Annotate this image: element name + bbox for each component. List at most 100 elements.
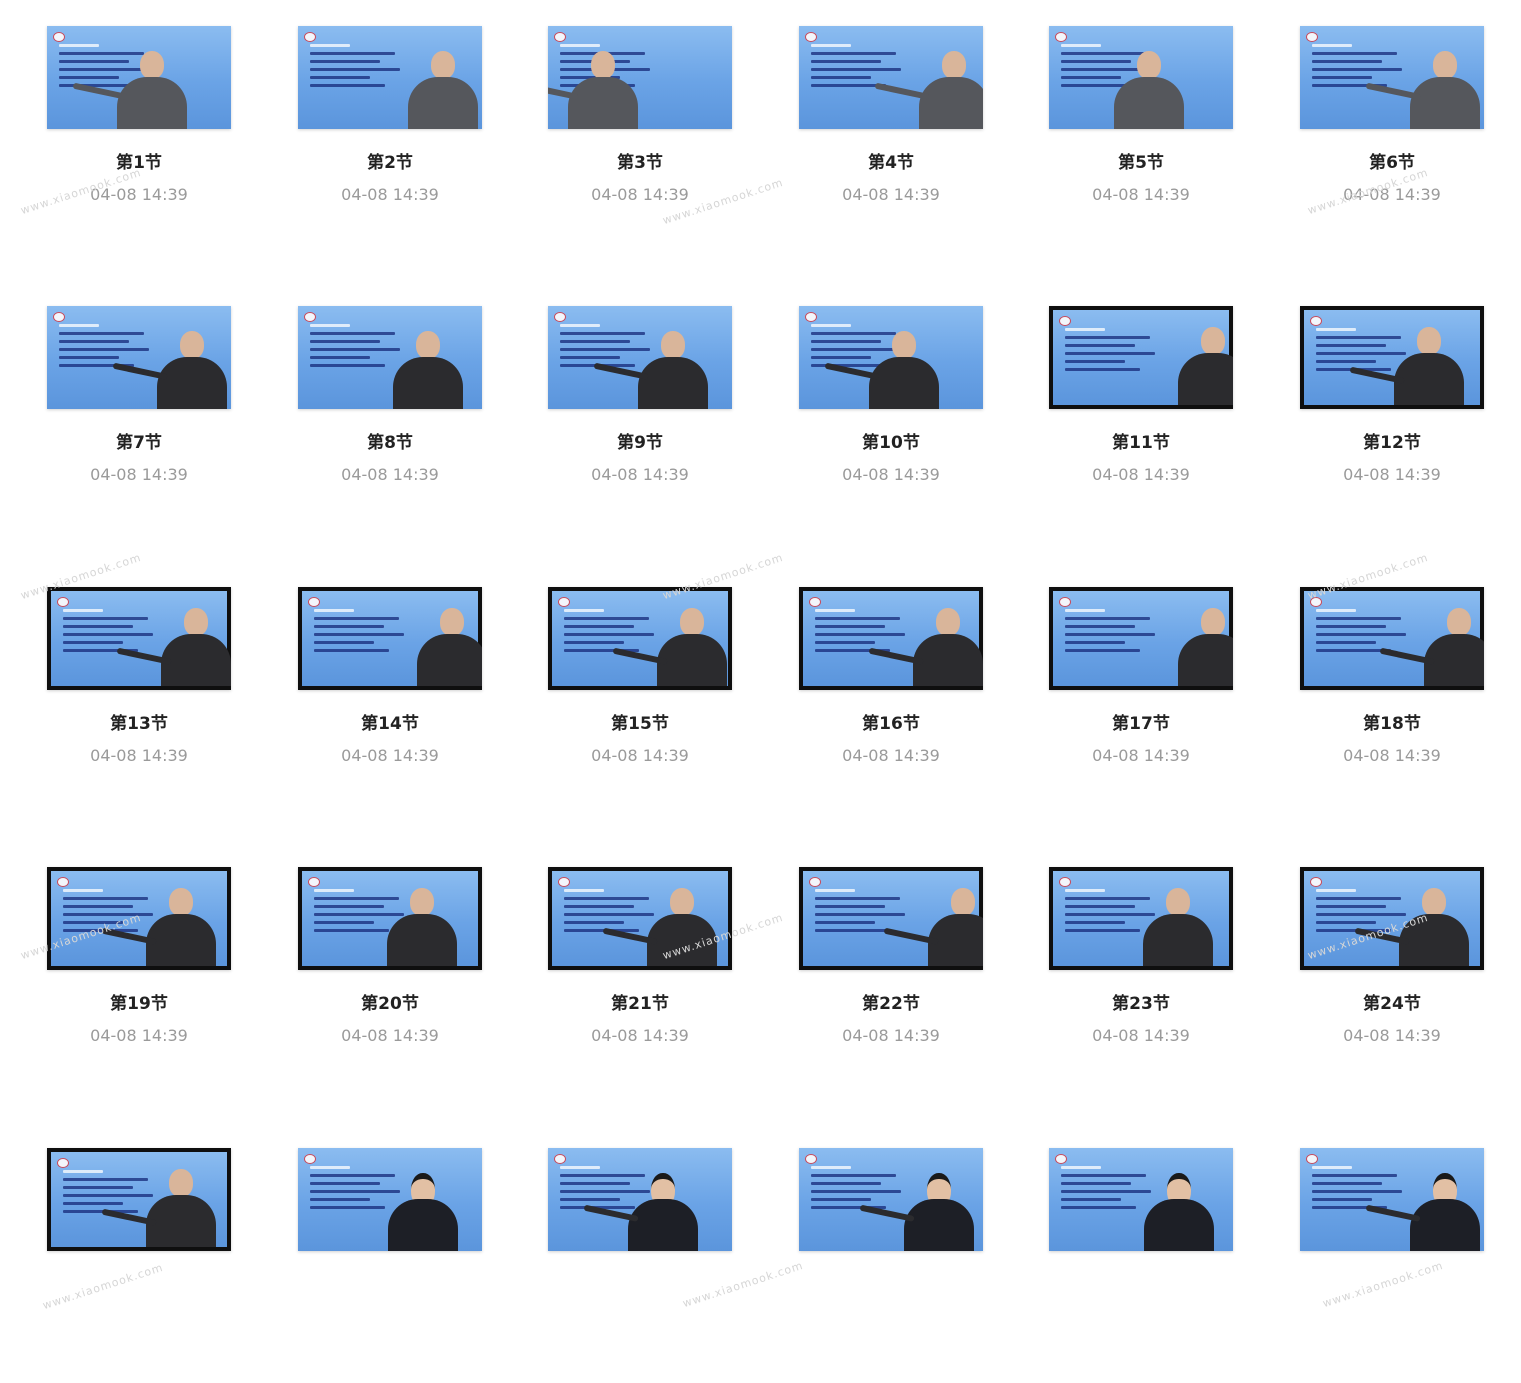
lesson-thumbnail[interactable] [799,1148,983,1251]
lesson-title[interactable]: 第14节 [298,709,482,734]
lesson-card[interactable]: 第11节 04-08 14:39 [1049,301,1233,541]
lesson-card[interactable]: 第6节 04-08 14:39 [1300,21,1484,261]
lesson-title[interactable]: 第13节 [47,709,231,734]
lesson-card[interactable]: 第16节 04-08 14:39 [799,582,983,822]
slide-text-lines [1065,328,1165,376]
instructor-figure [1143,888,1213,966]
lesson-card[interactable] [1300,1143,1484,1383]
lesson-thumbnail[interactable] [47,867,231,970]
lesson-thumbnail[interactable] [1049,26,1233,129]
instructor-figure [393,331,463,409]
lesson-thumbnail[interactable] [298,587,482,690]
lesson-card[interactable]: 第3节 04-08 14:39 [548,21,732,261]
instructor-figure [1410,1173,1480,1251]
lesson-title[interactable]: 第24节 [1300,989,1484,1014]
instructor-figure [387,888,457,966]
lesson-title[interactable]: 第3节 [548,148,732,173]
lesson-thumbnail[interactable] [298,306,482,409]
lesson-card[interactable]: 第1节 04-08 14:39 [47,21,231,261]
lesson-title[interactable]: 第2节 [298,148,482,173]
lesson-thumbnail[interactable] [47,587,231,690]
lesson-thumbnail[interactable] [799,306,983,409]
lesson-date: 04-08 14:39 [842,1026,940,1045]
lesson-card[interactable] [548,1143,732,1383]
lesson-card[interactable]: 第15节 04-08 14:39 [548,582,732,822]
lesson-title[interactable]: 第20节 [298,989,482,1014]
lesson-card[interactable]: 第18节 04-08 14:39 [1300,582,1484,822]
lesson-title[interactable]: 第19节 [47,989,231,1014]
lesson-card[interactable] [799,1143,983,1383]
lesson-title[interactable]: 第9节 [548,428,732,453]
lesson-thumbnail[interactable] [548,26,732,129]
lesson-card[interactable]: 第14节 04-08 14:39 [298,582,482,822]
lesson-thumbnail[interactable] [548,306,732,409]
lesson-title[interactable]: 第1节 [47,148,231,173]
lesson-card[interactable]: 第13节 04-08 14:39 [47,582,231,822]
lesson-card[interactable] [47,1143,231,1383]
lesson-thumbnail[interactable] [298,26,482,129]
course-logo-icon [1310,316,1322,326]
lesson-title[interactable]: 第8节 [298,428,482,453]
lesson-card[interactable]: 第24节 04-08 14:39 [1300,862,1484,1102]
lesson-title[interactable]: 第23节 [1049,989,1233,1014]
lesson-title[interactable]: 第5节 [1049,148,1233,173]
slide-text-lines [1312,1166,1412,1214]
lesson-thumbnail[interactable] [1300,306,1484,409]
course-logo-icon [554,32,566,42]
lesson-thumbnail[interactable] [298,867,482,970]
lesson-title[interactable]: 第16节 [799,709,983,734]
lesson-card[interactable]: 第5节 04-08 14:39 [1049,21,1233,261]
lesson-title[interactable]: 第4节 [799,148,983,173]
lesson-title[interactable]: 第15节 [548,709,732,734]
lesson-thumbnail[interactable] [47,306,231,409]
lesson-thumbnail[interactable] [1300,587,1484,690]
lesson-title[interactable]: 第22节 [799,989,983,1014]
lesson-thumbnail[interactable] [1049,1148,1233,1251]
course-logo-icon [57,1158,69,1168]
lesson-thumbnail[interactable] [548,1148,732,1251]
lesson-card[interactable]: 第19节 04-08 14:39 [47,862,231,1102]
lesson-title[interactable]: 第21节 [548,989,732,1014]
lesson-card[interactable]: 第20节 04-08 14:39 [298,862,482,1102]
lesson-card[interactable]: 第4节 04-08 14:39 [799,21,983,261]
lesson-thumbnail[interactable] [799,26,983,129]
lesson-thumbnail[interactable] [1300,867,1484,970]
lesson-title[interactable]: 第17节 [1049,709,1233,734]
lesson-title[interactable]: 第7节 [47,428,231,453]
lesson-thumbnail[interactable] [1049,306,1233,409]
lesson-title[interactable]: 第18节 [1300,709,1484,734]
lesson-thumbnail[interactable] [1049,587,1233,690]
lesson-thumbnail[interactable] [799,587,983,690]
lesson-title[interactable]: 第11节 [1049,428,1233,453]
lesson-card[interactable]: 第23节 04-08 14:39 [1049,862,1233,1102]
lesson-card[interactable]: 第2节 04-08 14:39 [298,21,482,261]
lesson-card[interactable]: 第8节 04-08 14:39 [298,301,482,541]
lesson-card[interactable]: 第7节 04-08 14:39 [47,301,231,541]
lesson-thumbnail[interactable] [1300,1148,1484,1251]
course-logo-icon [558,597,570,607]
lesson-thumbnail[interactable] [799,867,983,970]
lesson-thumbnail[interactable] [47,26,231,129]
lesson-card[interactable]: 第12节 04-08 14:39 [1300,301,1484,541]
lesson-thumbnail[interactable] [47,1148,231,1251]
lesson-thumbnail[interactable] [548,587,732,690]
lesson-thumbnail[interactable] [1049,867,1233,970]
lesson-card[interactable]: 第21节 04-08 14:39 [548,862,732,1102]
lesson-card[interactable]: 第17节 04-08 14:39 [1049,582,1233,822]
course-logo-icon [57,877,69,887]
lesson-title[interactable]: 第12节 [1300,428,1484,453]
course-logo-icon [53,32,65,42]
lesson-thumbnail[interactable] [548,867,732,970]
slide-screen [51,1152,227,1247]
lesson-thumbnail[interactable] [1300,26,1484,129]
lesson-card[interactable]: 第9节 04-08 14:39 [548,301,732,541]
lesson-title[interactable]: 第10节 [799,428,983,453]
lesson-card[interactable]: 第10节 04-08 14:39 [799,301,983,541]
lesson-card[interactable]: 第22节 04-08 14:39 [799,862,983,1102]
slide-screen [1300,1148,1484,1251]
course-logo-icon [805,312,817,322]
lesson-card[interactable] [1049,1143,1233,1383]
lesson-thumbnail[interactable] [298,1148,482,1251]
lesson-card[interactable] [298,1143,482,1383]
lesson-title[interactable]: 第6节 [1300,148,1484,173]
